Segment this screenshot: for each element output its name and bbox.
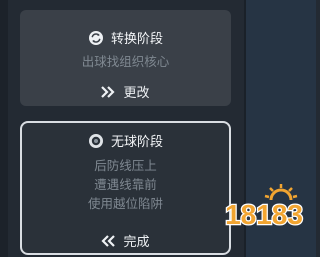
change-button-label: 更改 <box>123 86 150 101</box>
transition-phase-line-1: 出球找组织核心 <box>81 54 170 69</box>
off-ball-phase-line-1: 后防线压上 <box>94 158 157 173</box>
transition-phase-title-row: 转换阶段 <box>20 28 231 47</box>
off-ball-phase-title-row: 无球阶段 <box>22 131 229 150</box>
off-ball-phase-line-3: 使用越位陷阱 <box>87 196 163 211</box>
sun-icon <box>264 184 298 201</box>
change-button[interactable]: 更改 <box>20 82 231 101</box>
transition-phase-description: 出球找组织核心 <box>20 52 231 71</box>
transition-phase-title: 转换阶段 <box>110 32 163 47</box>
left-sidebar-edge <box>0 0 8 257</box>
double-chevron-left-icon <box>101 234 116 247</box>
off-ball-phase-description: 后防线压上 遭遇线靠前 使用越位陷阱 <box>22 156 229 213</box>
done-button-label: 完成 <box>123 235 150 250</box>
off-ball-phase-card[interactable]: 无球阶段 后防线压上 遭遇线靠前 使用越位陷阱 完成 <box>20 121 231 255</box>
double-chevron-right-icon <box>101 85 116 98</box>
transition-phase-card[interactable]: 转换阶段 出球找组织核心 更改 <box>20 10 231 106</box>
site-watermark-logo: 18183 <box>224 184 304 231</box>
done-button[interactable]: 完成 <box>22 231 229 250</box>
swap-cycle-icon <box>88 30 103 45</box>
watermark-text: 18183 <box>225 199 303 230</box>
off-ball-phase-title: 无球阶段 <box>110 135 163 150</box>
ring-icon <box>88 133 103 148</box>
off-ball-phase-line-2: 遭遇线靠前 <box>94 177 157 192</box>
